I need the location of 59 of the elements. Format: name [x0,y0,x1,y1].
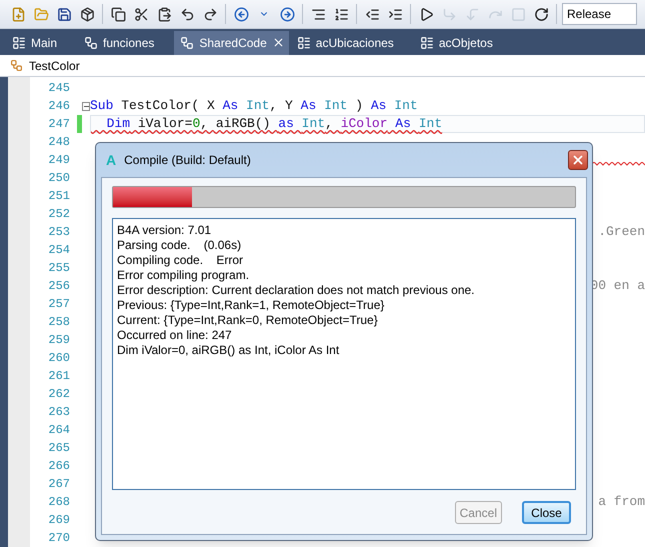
line-number: 267 [47,476,70,493]
log-line: Parsing code. (0.06s) [117,238,242,253]
line-number: 265 [47,440,70,457]
line-number: 255 [47,260,70,277]
line-number: 249 [47,152,70,169]
sub-icon [10,59,23,72]
line-number: 258 [47,314,70,331]
class-icon [180,36,194,50]
line-number: 247 [47,116,70,133]
log-line: Error compiling program. [117,268,250,283]
breadcrumb[interactable]: TestColor [29,56,80,75]
close-icon [571,153,585,167]
editor-tab[interactable]: acUbicaciones [290,30,412,55]
module-icon [296,36,311,50]
line-number: 263 [47,404,70,421]
line-number: 254 [47,242,70,259]
editor-tab[interactable]: funciones [78,30,172,55]
log-line: B4A version: 7.01 [117,223,212,238]
editor-tab[interactable]: acObjetos [414,30,511,55]
line-number: 256 [47,278,70,295]
fold-toggle[interactable] [82,102,90,110]
line-number: 269 [47,512,70,529]
editor-tab[interactable]: SharedCode [174,30,289,55]
line-number: 250 [47,170,70,187]
log-line: Error description: Current declaration does not match previous one. [117,283,476,298]
code-line: Dim iValor=0, aiRGB() as Int, iColor As Int [106,115,442,134]
line-number: 260 [47,350,70,367]
log-line: Dim iValor=0, aiRGB() as Int, iColor As Int [117,343,340,358]
line-number: 264 [47,422,70,439]
line-number: 252 [47,206,70,223]
line-number: 245 [47,80,70,97]
log-line: Previous: {Type=Int,Rank=1, RemoteObject=True} [117,298,386,313]
app-logo: A [106,150,116,170]
line-number: 262 [47,386,70,403]
close-icon[interactable] [272,36,285,50]
log-line: Occurred on line: 247 [117,328,233,343]
line-number: 253 [47,224,70,241]
code-line: .Green [598,223,645,242]
line-number: 246 [47,98,70,115]
build-config-field[interactable]: Release [562,3,637,26]
line-number: 259 [47,332,70,349]
line-number: 266 [47,458,70,475]
line-number: 261 [47,368,70,385]
line-number: 251 [47,188,70,205]
line-number: 257 [47,296,70,313]
class-icon [84,36,98,50]
log-line: Compiling code. Error [117,253,244,268]
line-number: 268 [47,494,70,511]
line-number: 248 [47,134,70,151]
line-number: 270 [47,530,70,547]
module-icon [12,36,26,50]
log-line: Current: {Type=Int,Rank=0, RemoteObject=True} [117,313,379,328]
module-icon [420,36,434,50]
code-line: Sub TestColor( X As Int, Y As Int ) As Int [90,97,418,116]
dialog-title: Compile (Build: Default) [124,152,252,169]
editor-tab[interactable]: Main [6,30,76,55]
code-line: a from [598,493,645,512]
close-button[interactable] [568,150,588,170]
close-button[interactable]: Close [522,501,571,524]
